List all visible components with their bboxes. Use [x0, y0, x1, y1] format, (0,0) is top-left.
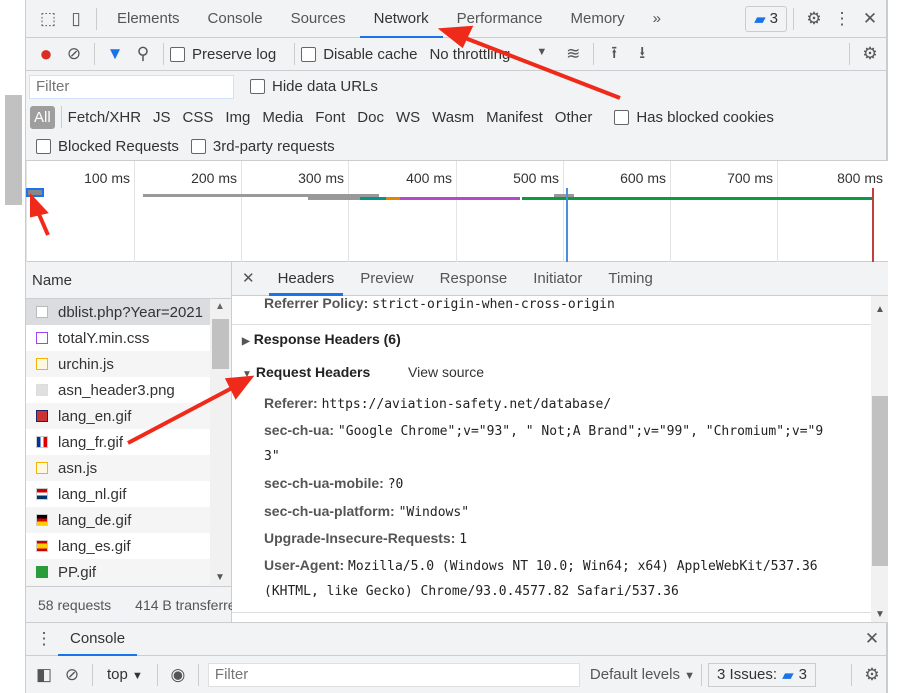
annotation-arrow-network-tab — [459, 34, 621, 100]
annotation-arrow-timeline — [36, 211, 50, 236]
annotation-arrowhead — [30, 192, 49, 218]
annotation-arrows — [30, 25, 621, 445]
annotation-arrowhead — [224, 375, 255, 400]
annotation-arrow-request-headers — [127, 386, 233, 445]
annotation-arrowhead — [437, 25, 474, 49]
